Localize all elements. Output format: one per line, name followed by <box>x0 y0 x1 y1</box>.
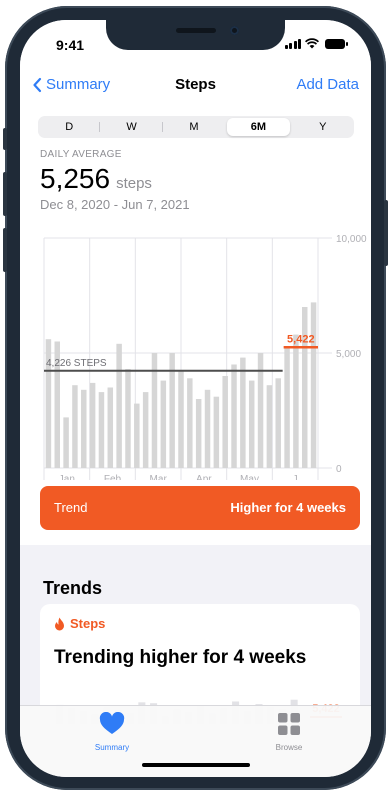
wifi-icon <box>305 38 319 49</box>
segment-year[interactable]: Y <box>292 116 354 138</box>
segment-label: 6M <box>250 121 267 133</box>
chart-bar <box>107 387 114 468</box>
x-tick-label: Jan <box>59 474 75 480</box>
segment-label: Y <box>319 121 327 133</box>
camera <box>230 26 239 35</box>
average-row: 5,256 steps <box>40 163 152 195</box>
chart-bar <box>160 380 167 468</box>
chart-bar <box>248 380 255 468</box>
chart-bar <box>116 343 122 468</box>
average-value: 5,256 <box>40 163 111 194</box>
chart-bar <box>275 378 281 468</box>
segment-label: D <box>65 121 74 133</box>
notch <box>106 20 285 50</box>
home-indicator <box>142 763 250 767</box>
segment-week[interactable]: W <box>100 116 163 138</box>
chart-bar <box>293 334 299 468</box>
card-category-label: Steps <box>70 616 106 631</box>
steps-chart[interactable]: 10,000 5,000 0 Jan Feb Mar Apr May J 4,226 STEPS 5… <box>36 210 371 480</box>
trend-value: Higher for 4 weeks <box>230 500 346 515</box>
back-button-label: Summary <box>46 76 111 93</box>
trend-label: Trend <box>54 500 88 515</box>
tab-summary[interactable]: Summary <box>72 711 152 752</box>
x-tick-label: May <box>240 474 259 480</box>
tab-browse[interactable]: Browse <box>249 712 329 752</box>
flame-icon <box>55 617 64 630</box>
chart-bar <box>195 399 202 468</box>
trend-banner[interactable]: Trend Higher for 4 weeks <box>40 486 360 530</box>
segment-label: W <box>126 121 137 133</box>
nav-bar: Summary Steps Add Data <box>20 76 371 98</box>
chart-bar <box>284 346 290 468</box>
card-title: Trending higher for 4 weeks <box>54 647 307 668</box>
chart-bar <box>125 369 131 468</box>
daily-average-label: DAILY AVERAGE <box>40 149 122 160</box>
chart-bar <box>63 417 69 468</box>
grid-icon <box>278 713 300 735</box>
chart-bar <box>81 389 87 468</box>
chart-bar <box>302 307 308 468</box>
status-time: 9:41 <box>56 37 85 53</box>
x-tick-label: J <box>293 474 298 480</box>
y-tick-label: 0 <box>336 464 342 475</box>
speaker <box>176 28 216 33</box>
chart-bar <box>266 385 273 468</box>
chart-bar <box>98 392 105 468</box>
chart-bar <box>178 371 184 468</box>
chart-bar <box>204 389 211 468</box>
cellular-signal-icon <box>284 39 301 49</box>
y-tick-label: 10,000 <box>336 234 367 245</box>
segment-month[interactable]: M <box>163 116 225 138</box>
chart-bar <box>134 403 140 468</box>
side-button-mute <box>3 128 7 150</box>
phone-screen: 9:41 Summary Steps Add Data D W M 6M Y D… <box>20 20 371 777</box>
trend-line-label: 5,422 <box>287 333 315 345</box>
back-button[interactable]: Summary <box>32 76 110 93</box>
x-tick-label: Apr <box>196 474 212 480</box>
chart-bar <box>142 392 149 468</box>
side-button-power <box>384 200 388 266</box>
chart-bar <box>72 385 78 468</box>
chart-bar <box>222 376 228 468</box>
heart-icon <box>99 711 125 734</box>
chevron-left-icon <box>33 77 42 92</box>
x-tick-label: Feb <box>104 474 122 480</box>
side-button-volume-down <box>3 228 7 272</box>
segment-day[interactable]: D <box>38 116 101 138</box>
x-tick-label: Mar <box>150 474 168 480</box>
y-tick-label: 5,000 <box>336 349 361 360</box>
segment-6-months[interactable]: 6M <box>227 118 290 136</box>
card-category: Steps <box>54 616 105 631</box>
side-button-volume-up <box>3 172 7 216</box>
average-unit: steps <box>116 175 152 192</box>
chart-bar <box>231 364 237 468</box>
add-data-button[interactable]: Add Data <box>296 76 359 93</box>
chart-bar <box>187 378 193 468</box>
average-line-label: 4,226 STEPS <box>46 358 107 369</box>
chart-bar <box>89 382 96 468</box>
trends-heading: Trends <box>43 578 103 598</box>
tab-browse-label: Browse <box>275 743 303 752</box>
battery-icon <box>325 39 348 49</box>
chart-bar <box>240 357 246 468</box>
tab-summary-label: Summary <box>94 743 130 752</box>
chart-bar <box>310 302 317 468</box>
status-icons <box>284 38 348 49</box>
segment-label: M <box>189 121 199 133</box>
time-range-segmented-control: D W M 6M Y <box>38 116 354 138</box>
chart-bar <box>213 396 220 468</box>
